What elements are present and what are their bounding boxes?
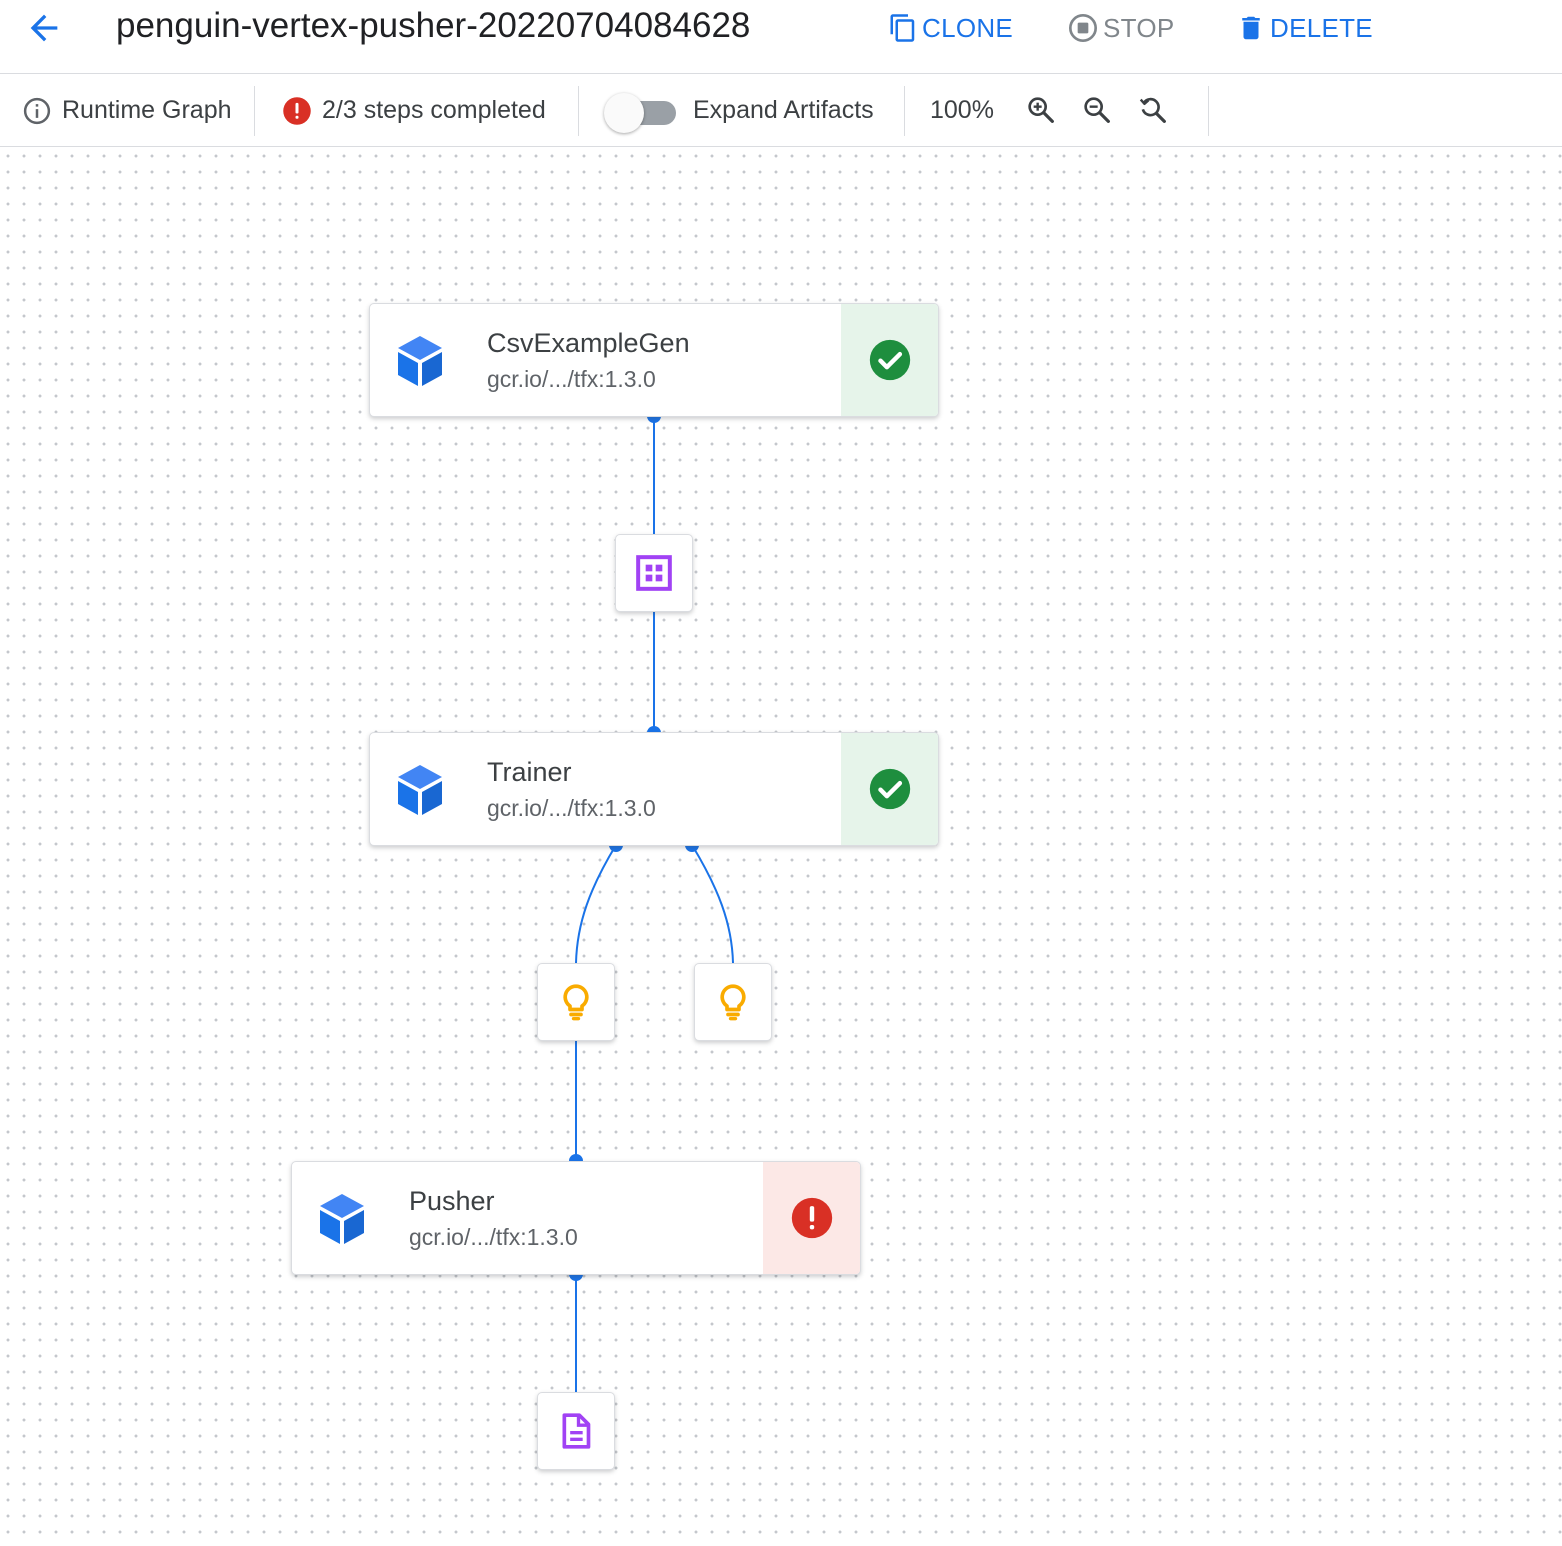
artifact-pushed-model[interactable]	[537, 1392, 615, 1470]
stop-circle-icon	[1067, 12, 1099, 44]
check-circle-icon	[869, 768, 910, 810]
artifact-examples[interactable]	[615, 534, 693, 612]
node-title: Trainer	[487, 757, 572, 787]
expand-artifacts-label: Expand Artifacts	[693, 96, 874, 124]
cube-icon	[398, 336, 442, 386]
node-pusher[interactable]: Pusher gcr.io/.../tfx:1.3.0	[291, 1161, 861, 1275]
node-image: gcr.io/.../tfx:1.3.0	[487, 795, 656, 821]
delete-label: DELETE	[1270, 12, 1373, 43]
zoom-in-icon	[1028, 97, 1054, 123]
graph-canvas[interactable]: CsvExampleGen gcr.io/.../tfx:1.3.0 Train…	[0, 148, 1562, 1546]
node-status-failed	[763, 1162, 860, 1274]
lightbulb-icon	[563, 984, 589, 1021]
toolbar-divider	[1208, 86, 1209, 136]
page-title: penguin-vertex-pusher-20220704084628	[116, 6, 751, 45]
zoom-out-button[interactable]	[1075, 88, 1119, 132]
expand-artifacts-control: Expand Artifacts	[604, 74, 874, 147]
node-title: CsvExampleGen	[487, 328, 690, 358]
arrow-back-icon	[30, 14, 58, 42]
cube-icon	[398, 765, 442, 815]
toolbar-divider	[254, 86, 255, 136]
expand-artifacts-toggle[interactable]	[604, 91, 678, 133]
delete-button[interactable]: DELETE	[1236, 8, 1373, 48]
error-icon	[282, 96, 312, 126]
copy-icon	[888, 13, 918, 43]
runtime-graph-info[interactable]: Runtime Graph	[22, 74, 232, 147]
node-status-succeeded	[841, 304, 938, 416]
node-csvexamplegen[interactable]: CsvExampleGen gcr.io/.../tfx:1.3.0	[369, 303, 939, 417]
back-button[interactable]	[22, 6, 66, 50]
page-header: penguin-vertex-pusher-20220704084628 CLO…	[0, 0, 1562, 74]
zoom-level: 100%	[930, 96, 994, 124]
error-icon	[791, 1197, 832, 1239]
steps-status: 2/3 steps completed	[282, 74, 546, 147]
artifact-model-run[interactable]	[694, 963, 772, 1041]
runtime-graph-label: Runtime Graph	[62, 96, 232, 124]
toolbar-divider	[578, 86, 579, 136]
node-trainer[interactable]: Trainer gcr.io/.../tfx:1.3.0	[369, 732, 939, 846]
clone-label: CLONE	[922, 12, 1014, 43]
node-image: gcr.io/.../tfx:1.3.0	[487, 366, 656, 392]
info-icon	[22, 96, 52, 126]
lightbulb-icon	[720, 984, 746, 1021]
stop-label: STOP	[1103, 12, 1175, 43]
trash-icon	[1236, 13, 1266, 43]
check-circle-icon	[869, 339, 910, 381]
zoom-reset-button[interactable]	[1131, 88, 1175, 132]
node-status-succeeded	[841, 733, 938, 845]
node-image: gcr.io/.../tfx:1.3.0	[409, 1224, 578, 1250]
edge-trainer-to-model-run	[691, 844, 734, 964]
document-icon	[562, 1413, 591, 1449]
graph-toolbar: Runtime Graph 2/3 steps completed Expand…	[0, 74, 1562, 147]
steps-status-label: 2/3 steps completed	[322, 96, 546, 124]
dataset-grid-icon	[636, 555, 672, 591]
zoom-out-icon	[1084, 97, 1110, 123]
node-title: Pusher	[409, 1186, 495, 1216]
stop-button[interactable]: STOP	[1067, 8, 1175, 48]
toolbar-divider	[904, 86, 905, 136]
edge-trainer-to-model	[575, 844, 617, 964]
zoom-reset-icon	[1139, 97, 1166, 123]
zoom-in-button[interactable]	[1019, 88, 1063, 132]
cube-icon	[320, 1194, 364, 1244]
artifact-model[interactable]	[537, 963, 615, 1041]
clone-button[interactable]: CLONE	[888, 8, 1013, 48]
